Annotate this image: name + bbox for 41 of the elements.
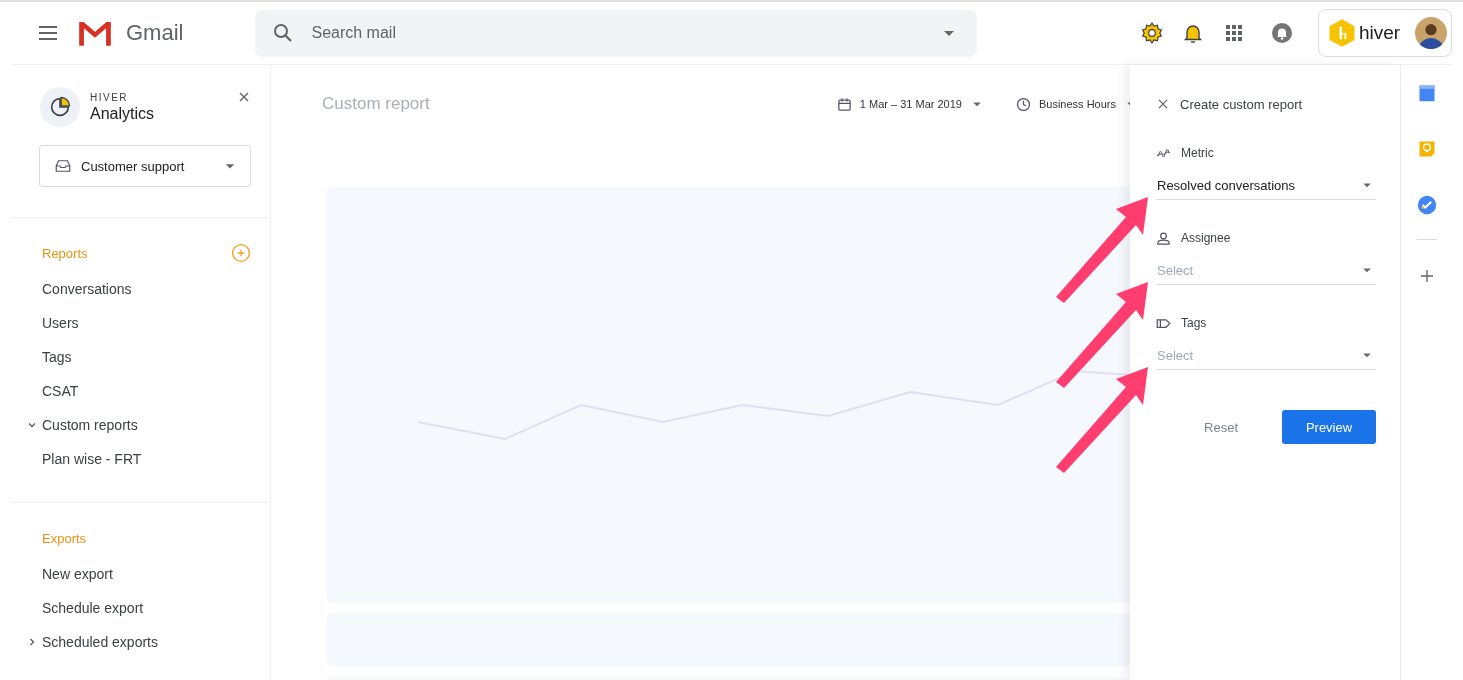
hours-dropdown[interactable]: Business Hours (1038, 98, 1116, 110)
add-icon[interactable] (1418, 268, 1435, 284)
brand-name: hiver (1359, 22, 1401, 44)
analytics-logo-icon (40, 87, 80, 127)
hexagon-logo-icon (1327, 18, 1357, 48)
search-bar[interactable]: Search mail (255, 9, 978, 57)
select-field[interactable]: Resolved conversations (1156, 171, 1376, 200)
preview-button[interactable]: Preview (1282, 410, 1376, 444)
person-icon (1156, 230, 1171, 246)
close-icon[interactable] (1156, 97, 1170, 111)
account-switcher[interactable]: hiver (1318, 9, 1452, 57)
avatar-icon[interactable] (1415, 17, 1447, 49)
search-field[interactable]: Search mail (309, 23, 938, 43)
inbox-dropdown-value: Customer support (81, 158, 186, 174)
notification-icon[interactable] (1270, 21, 1294, 45)
field-label: Metric (1181, 146, 1214, 160)
overline-label: HIVER (90, 91, 130, 103)
field-label: Assignee (1181, 231, 1231, 245)
panel-title: Create custom report (1180, 96, 1303, 112)
sidebar-item[interactable]: Users (42, 315, 79, 331)
sidebar-title: Analytics (90, 104, 156, 123)
field-label: Tags (1181, 316, 1207, 330)
sidebar-item[interactable]: Schedule export (42, 600, 144, 616)
sidebar-item[interactable]: Conversations (42, 281, 132, 297)
inbox-dropdown[interactable]: Customer support (39, 145, 251, 187)
sidebar-item[interactable]: Scheduled exports (42, 634, 158, 650)
section-heading: Exports (42, 530, 87, 546)
gear-icon[interactable] (1140, 21, 1164, 45)
date-range-dropdown[interactable]: 1 Mar – 31 Mar 2019 (859, 98, 962, 110)
section-heading: Reports (42, 245, 88, 261)
sidebar-item[interactable]: New export (42, 566, 113, 582)
inbox-tray-icon (54, 157, 72, 175)
clock-icon (1015, 96, 1031, 112)
sidebar-item[interactable]: Plan wise - FRT (42, 451, 142, 467)
page-title: Custom report (322, 94, 430, 114)
sidebar-item[interactable]: CSAT (42, 383, 79, 399)
sidebar-item[interactable]: Custom reports (42, 417, 138, 433)
check-circle-icon[interactable] (1416, 195, 1437, 215)
reset-button[interactable]: Reset (1188, 410, 1254, 444)
app-name: Gmail (126, 20, 184, 46)
sidebar-item[interactable]: Tags (42, 349, 72, 365)
